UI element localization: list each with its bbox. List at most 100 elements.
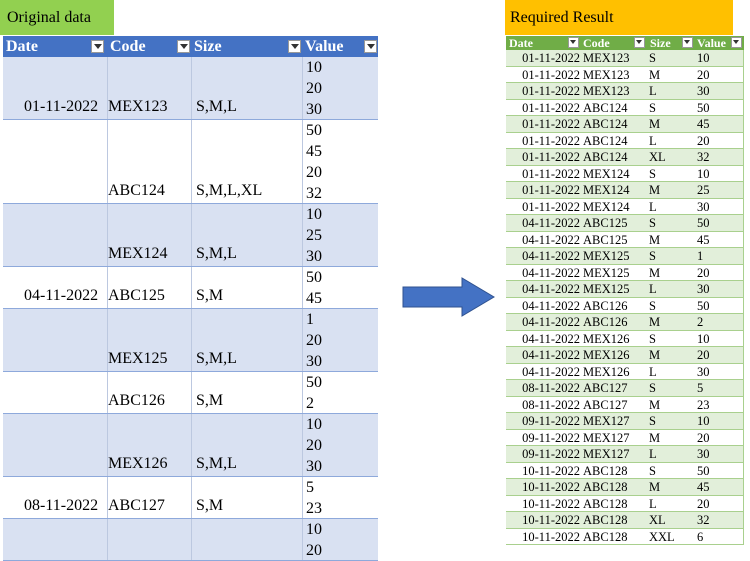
cell-value: 20 (306, 332, 322, 349)
cell-code: MEX126 (108, 455, 168, 472)
result-row: 04-11-2022 ABC126 M 2 (506, 314, 744, 331)
cell-values: 10 20 30 (306, 57, 322, 120)
cell-size: S,M,L (196, 350, 237, 367)
cell-size: S (649, 100, 656, 115)
original-group-row: MEX125 S,M,L 1 20 30 (3, 309, 378, 372)
column-separator (191, 372, 192, 413)
filter-dropdown-icon[interactable] (177, 40, 190, 53)
result-row: 01-11-2022 MEX124 L 30 (506, 198, 744, 215)
cell-values: 10 25 30 (306, 204, 322, 267)
cell-size: M (649, 480, 661, 494)
cell-date: 04-11-2022 (522, 364, 580, 379)
cell-size: S (649, 166, 656, 181)
result-row: 08-11-2022 ABC127 M 23 (506, 396, 744, 413)
cell-code: ABC128 (583, 529, 628, 544)
header-value: Value (305, 38, 344, 55)
filter-dropdown-icon[interactable] (568, 37, 579, 48)
cell-size: L (649, 364, 657, 379)
cell-value: 10 (306, 521, 322, 538)
cell-date: 04-11-2022 (522, 249, 580, 263)
cell-value: 20 (697, 348, 710, 362)
cell-value: 10 (697, 331, 710, 346)
column-separator (302, 372, 303, 413)
header-size: Size (194, 38, 222, 55)
cell-value: 50 (697, 298, 710, 313)
cell-value: 50 (697, 216, 710, 230)
cell-value: 30 (306, 101, 322, 118)
cell-date: 04-11-2022 (522, 348, 580, 362)
cell-value: 20 (306, 164, 322, 181)
cell-code: MEX124 (583, 199, 630, 214)
cell-size: S,M,L (196, 455, 237, 472)
table-border (743, 66, 744, 82)
table-border (743, 132, 744, 148)
filter-dropdown-icon[interactable] (731, 37, 742, 48)
filter-dropdown-icon[interactable] (364, 40, 377, 53)
column-separator (191, 204, 192, 266)
cell-value: 2 (697, 315, 704, 329)
cell-value: 23 (306, 500, 322, 517)
cell-size: M (649, 183, 661, 197)
filter-dropdown-icon[interactable] (634, 37, 645, 48)
result-body: 01-11-2022 MEX123 S 10 01-11-2022 MEX123 M 20 01… (506, 50, 744, 545)
cell-date: 04-11-2022 (522, 282, 580, 296)
cell-code: ABC127 (583, 397, 628, 412)
cell-date: 01-11-2022 (522, 183, 580, 197)
cell-date: 01-11-2022 (522, 67, 580, 82)
cell-date: 04-11-2022 (522, 232, 580, 247)
original-group-row: ABC124 S,M,L,XL 50 45 20 32 (3, 120, 378, 204)
cell-date: 04-11-2022 (522, 331, 580, 346)
table-border (743, 495, 744, 511)
table-border (743, 512, 744, 528)
cell-values: 5 23 (306, 477, 322, 519)
table-border (743, 528, 744, 544)
result-row: 09-11-2022 MEX127 L 30 (506, 446, 744, 463)
cell-value: 2 (306, 395, 314, 412)
cell-date: 09-11-2022 (522, 430, 580, 445)
cell-code: MEX123 (583, 84, 630, 98)
cell-value: 30 (697, 84, 710, 98)
cell-date: 01-11-2022 (522, 150, 580, 164)
cell-value: 50 (306, 269, 322, 286)
right-arrow-icon (402, 277, 495, 317)
cell-date: 01-11-2022 (522, 117, 580, 131)
cell-size: S,M (196, 287, 224, 304)
cell-size: L (649, 496, 657, 511)
column-separator (302, 414, 303, 476)
cell-size: S (649, 51, 656, 65)
cell-value: 20 (306, 542, 322, 559)
result-row: 10-11-2022 ABC128 S 50 (506, 462, 744, 479)
cell-size: S (649, 381, 656, 395)
result-row: 10-11-2022 ABC128 M 45 (506, 479, 744, 496)
cell-date: 04-11-2022 (522, 216, 580, 230)
column-separator (191, 414, 192, 476)
filter-dropdown-icon[interactable] (682, 37, 693, 48)
cell-size: S (649, 463, 656, 478)
filter-dropdown-icon[interactable] (288, 40, 301, 53)
cell-code: ABC125 (583, 232, 628, 247)
cell-date: 04-11-2022 (522, 315, 580, 329)
cell-size: S (649, 216, 656, 230)
table-border (743, 215, 744, 231)
column-separator (302, 267, 303, 308)
cell-size: M (649, 265, 661, 280)
filter-dropdown-icon[interactable] (91, 40, 104, 53)
cell-value: 30 (306, 248, 322, 265)
cell-code: MEX126 (583, 331, 630, 346)
cell-value: 32 (697, 513, 710, 527)
cell-value: 45 (306, 290, 322, 307)
cell-value: 5 (306, 479, 314, 496)
cell-size: S,M,L,XL (196, 182, 263, 199)
cell-size: M (649, 315, 661, 329)
cell-value: 30 (697, 282, 710, 296)
cell-code: MEX124 (583, 166, 630, 181)
result-row: 01-11-2022 ABC124 XL 32 (506, 149, 744, 166)
table-border (743, 198, 744, 214)
cell-date: 10-11-2022 (522, 513, 580, 527)
cell-size: L (649, 133, 657, 148)
cell-value: 20 (697, 430, 710, 445)
cell-date: 01-11-2022 (522, 100, 580, 115)
cell-code: ABC128 (583, 513, 628, 527)
cell-size: XL (649, 150, 666, 164)
result-row: 04-11-2022 ABC125 M 45 (506, 231, 744, 248)
